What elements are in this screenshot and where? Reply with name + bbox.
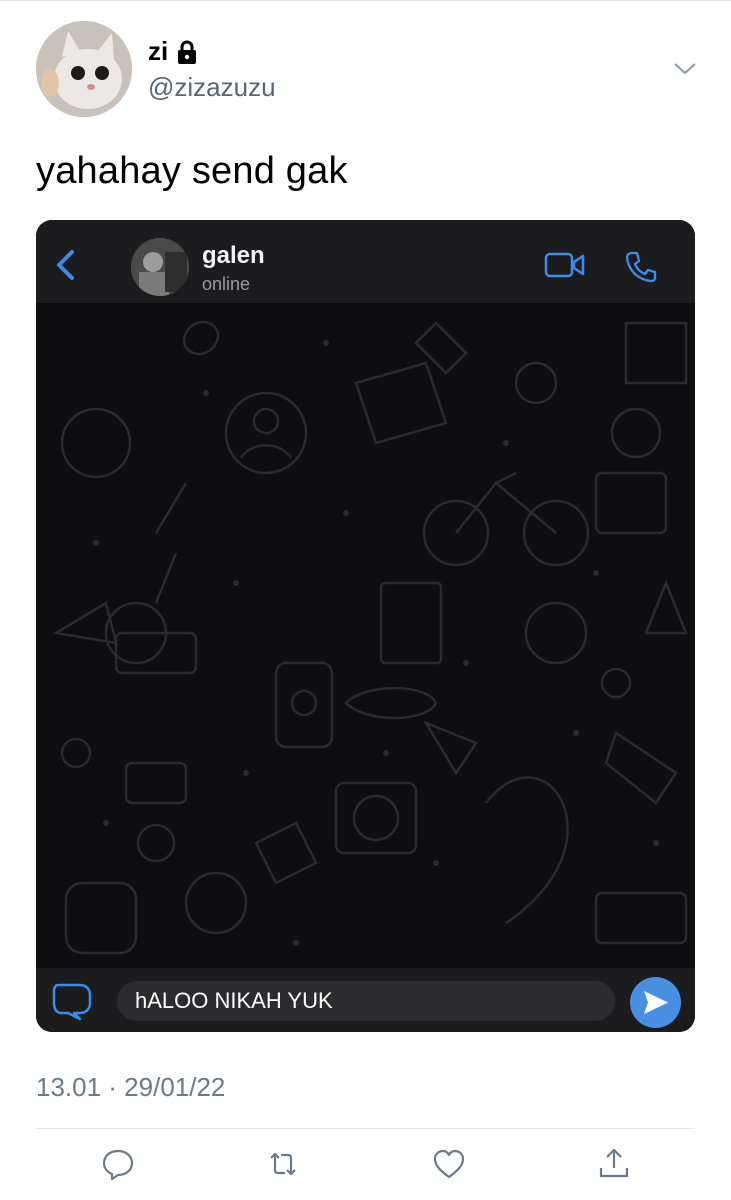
contact-avatar — [131, 238, 189, 296]
chat-wallpaper — [36, 303, 695, 968]
handle[interactable]: @zizazuzu — [148, 72, 276, 103]
divider — [36, 1128, 695, 1129]
video-call-icon — [544, 250, 586, 280]
top-border — [0, 0, 731, 1]
message-input: hALOO NIKAH YUK — [117, 981, 615, 1021]
display-name[interactable]: zi — [148, 36, 168, 67]
send-icon — [630, 977, 681, 1028]
tweet-text: yahahay send gak — [36, 150, 348, 192]
message-input-bar: hALOO NIKAH YUK — [36, 968, 695, 1032]
heart-icon[interactable] — [431, 1146, 467, 1182]
share-icon[interactable] — [596, 1146, 632, 1182]
tweet-timestamp[interactable]: 13.01 · 29/01/22 — [36, 1072, 225, 1103]
name-row: zi — [148, 36, 200, 67]
avatar[interactable] — [36, 21, 132, 117]
phone-icon — [624, 250, 658, 284]
contact-status: online — [202, 274, 251, 294]
chevron-down-icon[interactable] — [672, 60, 698, 78]
lock-icon — [174, 39, 200, 65]
chat-header: galen online — [36, 220, 695, 303]
sticker-icon — [50, 981, 98, 1021]
reply-icon[interactable] — [100, 1146, 136, 1182]
tweet-media[interactable]: galen online hALOO NIKAH YUK — [36, 220, 695, 1032]
chevron-left-icon — [54, 248, 78, 282]
retweet-icon[interactable] — [265, 1146, 301, 1182]
contact-name: galen — [202, 242, 265, 269]
